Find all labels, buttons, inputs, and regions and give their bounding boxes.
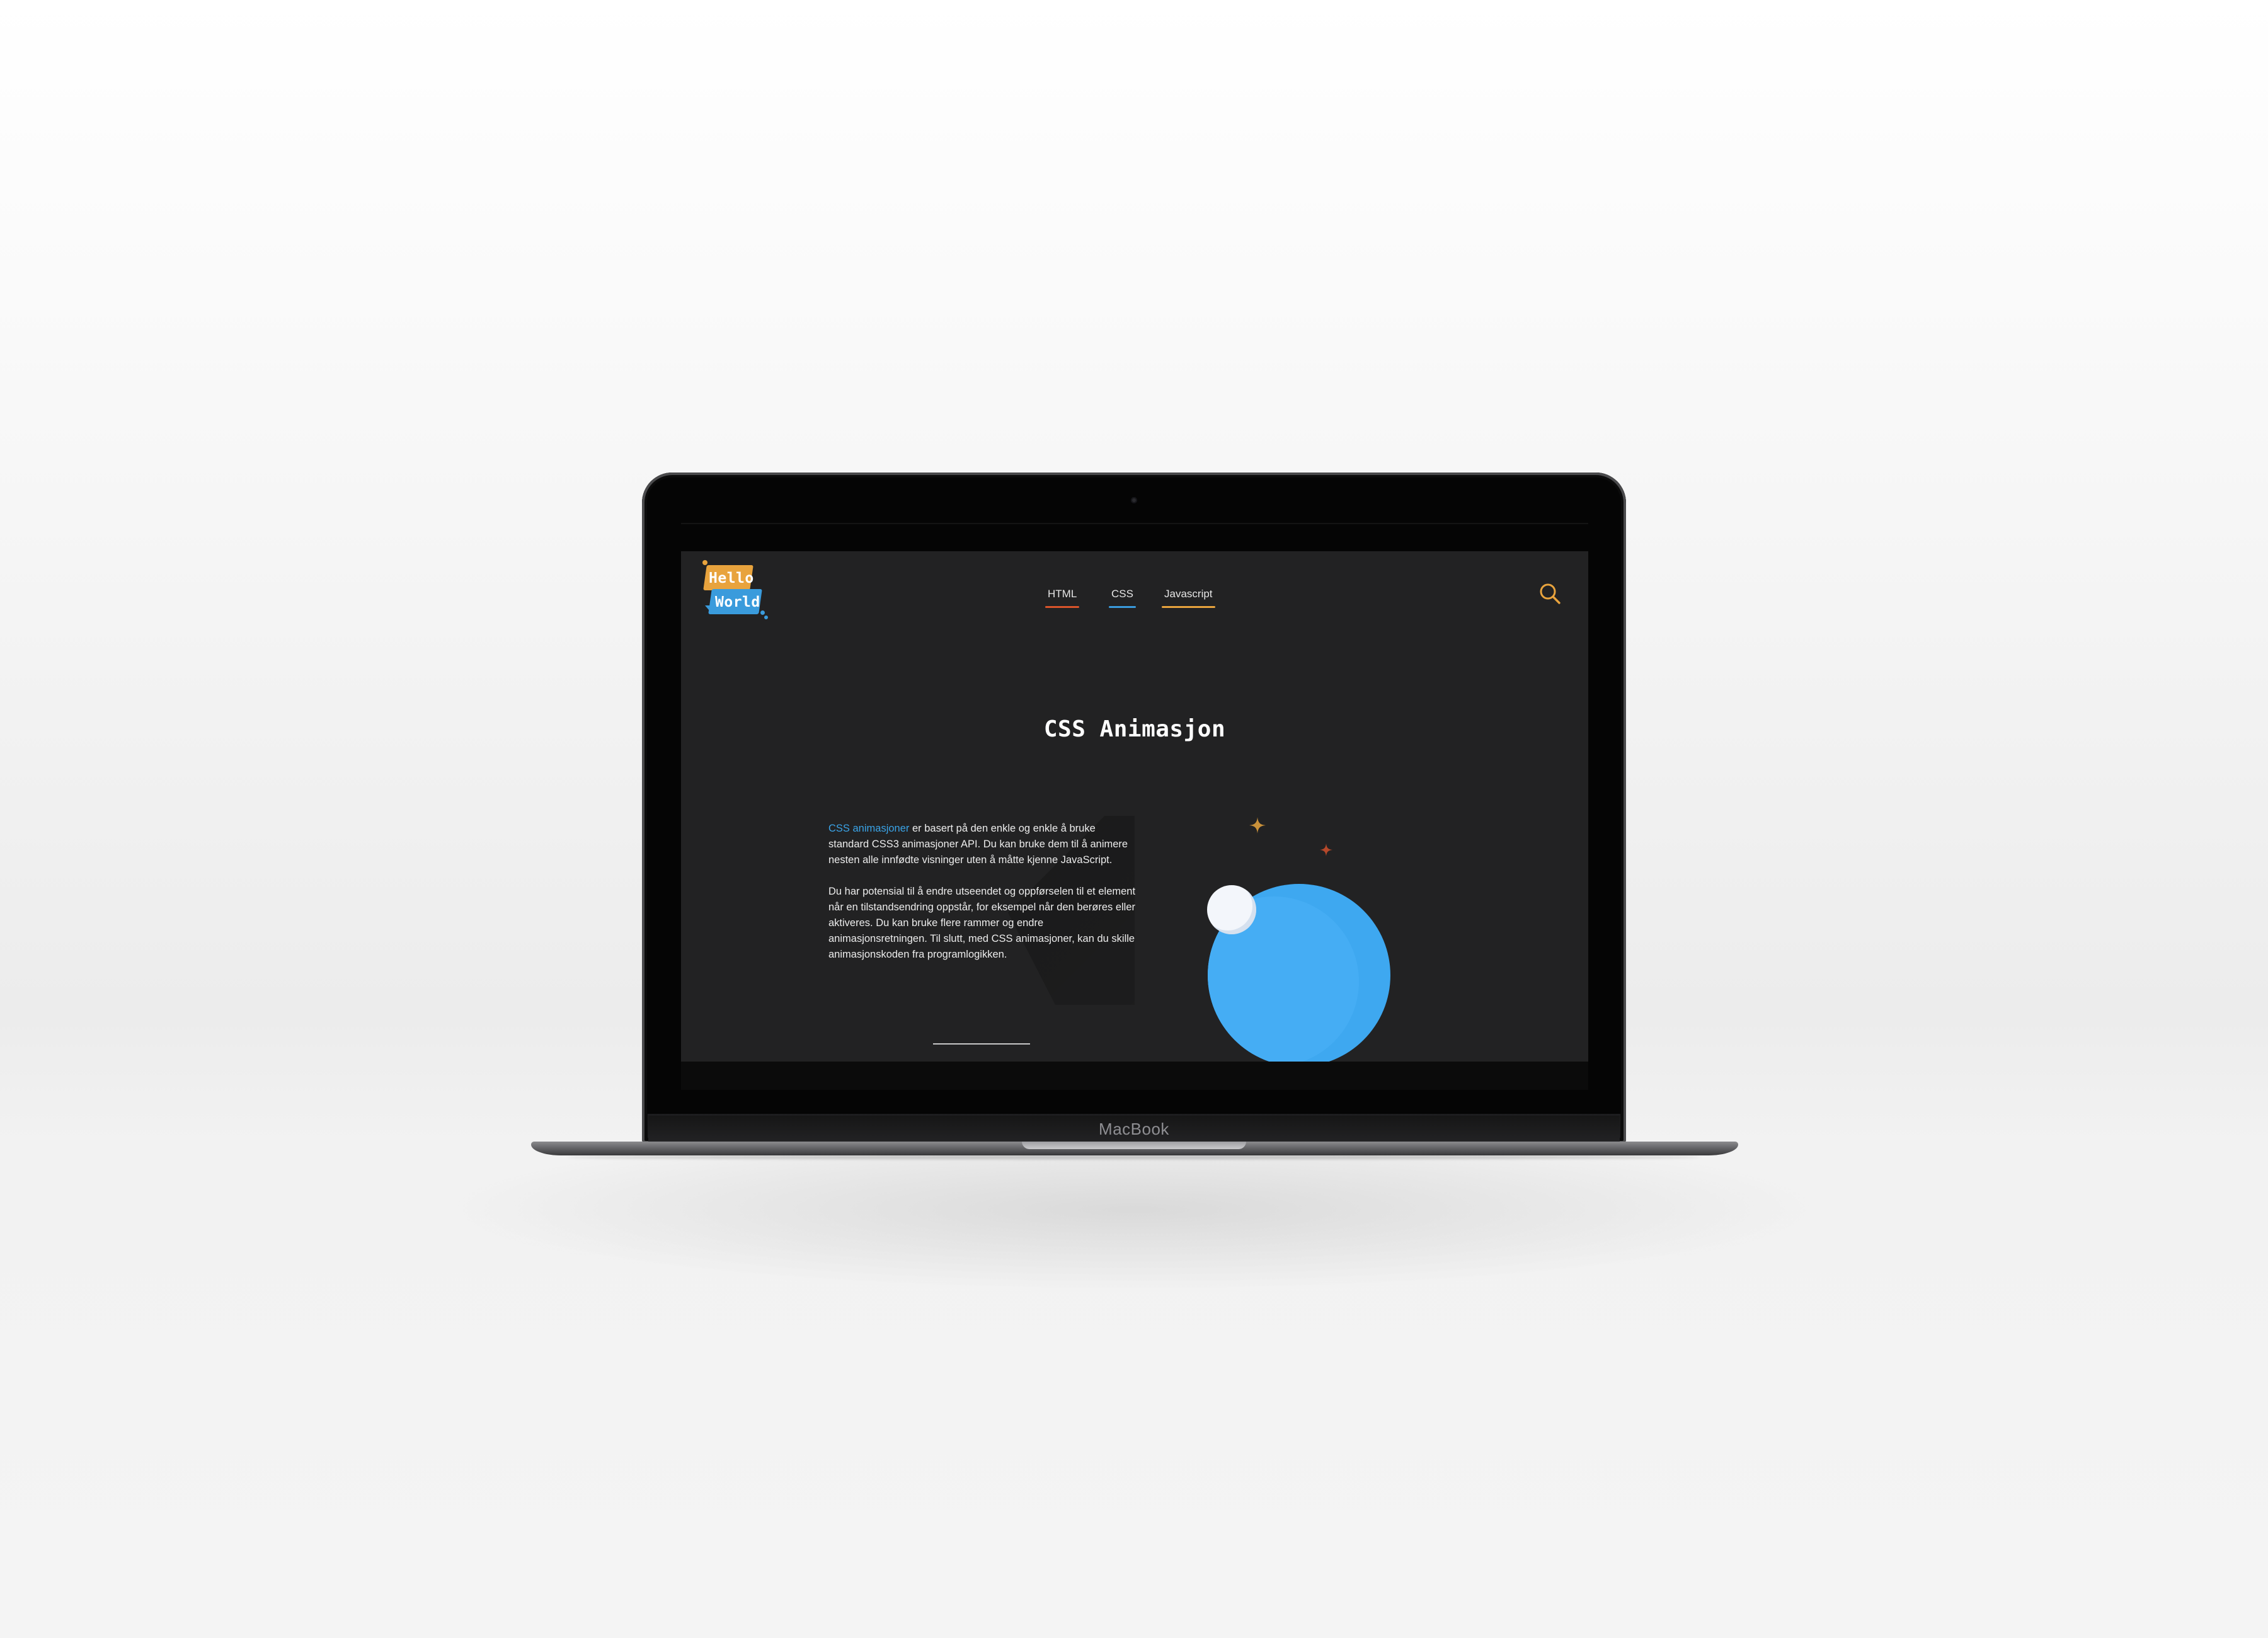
browser-viewport: Hello World HTML CSS Javascript CSS Anim… <box>681 551 1588 1062</box>
intro-text: CSS animasjoner er basert på den enkle o… <box>828 821 1137 978</box>
nav-html-underline <box>1045 606 1080 608</box>
nav-css-label: CSS <box>1111 588 1133 600</box>
nav-javascript-underline <box>1162 606 1215 608</box>
sparkle-icon <box>1320 844 1332 856</box>
white-ball <box>1207 885 1256 934</box>
logo-dot <box>702 560 707 565</box>
hello-world-logo[interactable]: Hello World <box>701 558 770 621</box>
paragraph-2: Du har potensial til å endre utseendet o… <box>828 886 1136 960</box>
logo-world-text: World <box>715 594 760 610</box>
laptop-base-shadow <box>567 1155 1701 1159</box>
search-button[interactable] <box>1538 581 1563 607</box>
nav-html-label: HTML <box>1048 588 1077 600</box>
logo-dot <box>760 610 765 615</box>
nav-html[interactable]: HTML <box>1045 588 1080 608</box>
nav-javascript-label: Javascript <box>1164 588 1213 600</box>
logo-hello-text: Hello <box>709 570 754 587</box>
screen-top-strip <box>681 523 1588 553</box>
divider-line <box>933 1043 1030 1045</box>
camera-icon <box>1131 497 1137 503</box>
css-animations-link[interactable]: CSS animasjoner <box>828 823 909 834</box>
laptop-brand-label: MacBook <box>1099 1120 1169 1138</box>
laptop-base-notch <box>1022 1142 1246 1149</box>
logo-dot <box>764 616 768 619</box>
sparkle-icon <box>1249 817 1266 833</box>
nav-css-underline <box>1109 606 1136 608</box>
page-title: CSS Animasjon <box>1043 716 1226 743</box>
search-icon <box>1540 583 1561 604</box>
nav-javascript[interactable]: Javascript <box>1162 588 1215 608</box>
paragraph-1: CSS animasjoner er basert på den enkle o… <box>828 821 1137 868</box>
nav-css[interactable]: CSS <box>1109 588 1136 608</box>
screen-bottom-strip <box>681 1062 1588 1090</box>
logo-tail <box>705 605 713 614</box>
